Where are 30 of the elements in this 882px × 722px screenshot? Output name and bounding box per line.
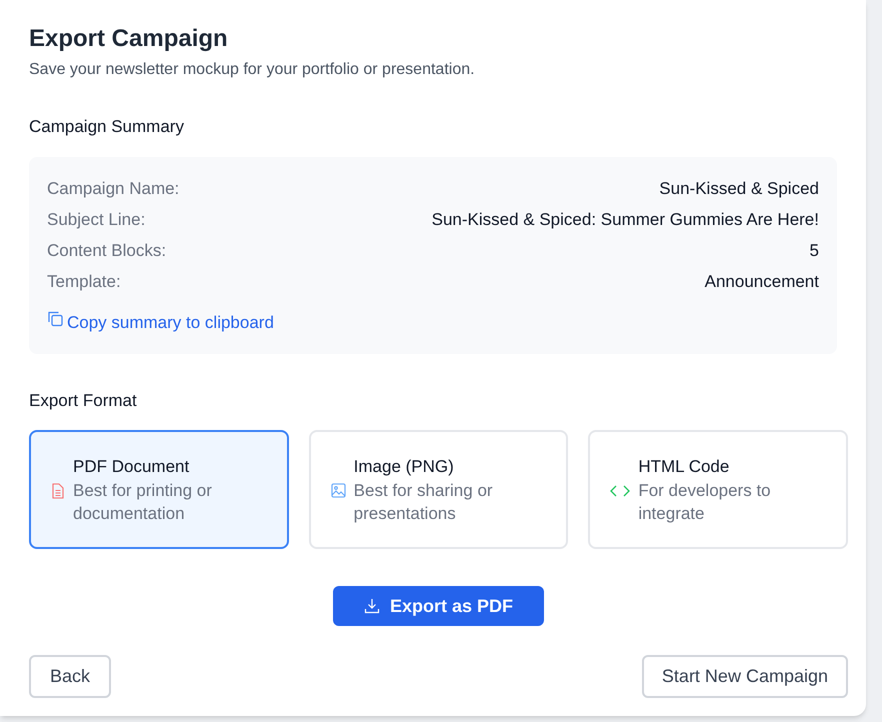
copy-icon bbox=[47, 310, 65, 328]
download-icon bbox=[364, 598, 380, 614]
copy-link[interactable]: Copy summary to clipboard bbox=[47, 310, 274, 335]
summary-label: Campaign Name: bbox=[47, 178, 180, 200]
format-option[interactable]: Image (PNG) Best for sharing or presentations bbox=[308, 430, 568, 549]
summary-value: 5 bbox=[810, 240, 819, 262]
image-icon bbox=[330, 483, 346, 498]
document-icon bbox=[51, 482, 65, 498]
summary-label: Content Blocks: bbox=[47, 240, 166, 262]
summary-label: Subject Line: bbox=[47, 208, 146, 230]
summary-value: Announcement bbox=[704, 270, 819, 292]
page-subtitle: Save your newsletter mockup for your portfolio or presentation. bbox=[29, 60, 476, 80]
summary-value: Sun-Kissed & Spiced: Summer Gummies Are Here! bbox=[432, 208, 819, 230]
format-option[interactable]: PDF Document Best for printing or documentation bbox=[29, 430, 289, 549]
option-title: PDF Document bbox=[73, 456, 190, 478]
option-title: HTML Code bbox=[638, 456, 730, 478]
back-button[interactable]: Back bbox=[29, 655, 112, 698]
option-title: Image (PNG) bbox=[354, 456, 455, 478]
section-heading: Export Format bbox=[29, 390, 138, 412]
format-option[interactable]: HTML Code For developers to integrate bbox=[588, 430, 848, 549]
summary-label: Template: bbox=[47, 270, 121, 292]
option-description: Best for printing or documentation bbox=[73, 480, 213, 524]
page-title: Export Campaign bbox=[29, 24, 229, 54]
code-icon bbox=[610, 484, 630, 498]
export-button[interactable]: Export as PDF bbox=[333, 586, 544, 626]
option-description: Best for sharing or presentations bbox=[354, 480, 494, 524]
new-campaign-button[interactable]: Start New Campaign bbox=[642, 655, 848, 698]
section-heading: Campaign Summary bbox=[29, 116, 185, 138]
option-description: For developers to integrate bbox=[638, 480, 772, 524]
summary-value: Sun-Kissed & Spiced bbox=[659, 178, 819, 200]
